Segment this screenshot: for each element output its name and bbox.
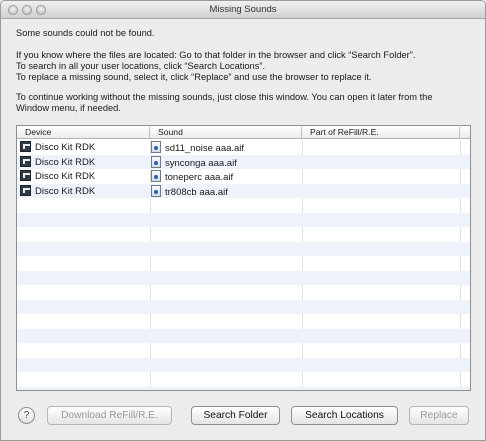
empty-row — [17, 357, 470, 372]
message-line: To search in all your user locations, cl… — [16, 61, 266, 71]
empty-row — [17, 285, 470, 300]
device-name: Disco Kit RDK — [35, 156, 96, 168]
device-icon — [20, 155, 31, 167]
empty-row — [17, 198, 470, 213]
message-line: Some sounds could not be found. — [16, 28, 155, 38]
replace-button[interactable]: Replace — [409, 406, 469, 425]
empty-row — [17, 270, 470, 285]
device-name: Disco Kit RDK — [35, 142, 96, 153]
device-icon — [20, 141, 31, 152]
table-row[interactable]: Disco Kit RDK synconga aaa.aif — [17, 154, 470, 169]
device-cell: Disco Kit RDK — [20, 155, 96, 169]
sound-name: sd11_noise aaa.aif — [165, 143, 245, 154]
help-button[interactable]: ? — [18, 407, 35, 424]
sound-file-icon — [151, 184, 161, 197]
empty-row — [17, 343, 470, 358]
table-body: Disco Kit RDK sd11_noise aaa.aif Disco K… — [17, 140, 470, 390]
window-title: Missing Sounds — [209, 4, 277, 15]
table-row[interactable]: Disco Kit RDK tr808cb aaa.aif — [17, 183, 470, 198]
table-row[interactable]: Disco Kit RDK toneperc aaa.aif — [17, 169, 470, 184]
sound-file-icon — [151, 155, 161, 168]
button-bar: ? Download ReFill/R.E. Search Folder Sea… — [1, 405, 485, 427]
message-continue: To continue working without the missing … — [16, 92, 476, 114]
column-header-part-of-refill[interactable]: Part of ReFill/R.E. — [302, 127, 460, 138]
empty-row — [17, 227, 470, 242]
sound-file-icon — [151, 170, 161, 182]
message-line: If you know where the files are located:… — [16, 50, 416, 60]
message-line: Window menu, if needed. — [16, 103, 121, 113]
device-name: Disco Kit RDK — [35, 185, 96, 197]
device-cell: Disco Kit RDK — [20, 184, 96, 198]
column-header-device[interactable]: Device — [17, 127, 150, 138]
sound-name: tr808cb aaa.aif — [165, 186, 228, 198]
column-header-sound[interactable]: Sound — [150, 127, 302, 138]
message-line: To replace a missing sound, select it, c… — [16, 72, 372, 82]
empty-row — [17, 299, 470, 314]
device-icon — [20, 184, 31, 196]
device-cell: Disco Kit RDK — [20, 141, 95, 154]
sound-file-icon — [151, 141, 161, 153]
title-bar: Missing Sounds — [1, 1, 485, 19]
search-folder-button[interactable]: Search Folder — [191, 406, 280, 425]
sound-cell: synconga aaa.aif — [151, 155, 237, 169]
table-header: Device Sound Part of ReFill/R.E. — [17, 126, 470, 139]
empty-row — [17, 212, 470, 227]
empty-row — [17, 314, 470, 329]
sound-name: synconga aaa.aif — [165, 157, 237, 169]
empty-row — [17, 328, 470, 343]
table-row[interactable]: Disco Kit RDK sd11_noise aaa.aif — [17, 140, 470, 155]
sound-cell: sd11_noise aaa.aif — [151, 141, 244, 154]
empty-row — [17, 372, 470, 387]
device-cell: Disco Kit RDK — [20, 170, 95, 183]
sound-name: toneperc aaa.aif — [165, 172, 234, 183]
empty-row — [17, 256, 470, 271]
sound-cell: toneperc aaa.aif — [151, 170, 233, 183]
message-not-found: Some sounds could not be found. — [16, 28, 476, 39]
download-refill-button[interactable]: Download ReFill/R.E. — [47, 406, 172, 425]
empty-row — [17, 386, 470, 390]
sound-cell: tr808cb aaa.aif — [151, 184, 228, 198]
message-instructions: If you know where the files are located:… — [16, 50, 476, 83]
device-icon — [20, 170, 31, 181]
empty-row — [17, 241, 470, 256]
message-line: To continue working without the missing … — [16, 92, 433, 102]
missing-sounds-table[interactable]: Device Sound Part of ReFill/R.E. Disco K… — [16, 125, 471, 391]
search-locations-button[interactable]: Search Locations — [291, 406, 398, 425]
missing-sounds-window: Missing Sounds Some sounds could not be … — [0, 0, 486, 441]
device-name: Disco Kit RDK — [35, 171, 96, 182]
